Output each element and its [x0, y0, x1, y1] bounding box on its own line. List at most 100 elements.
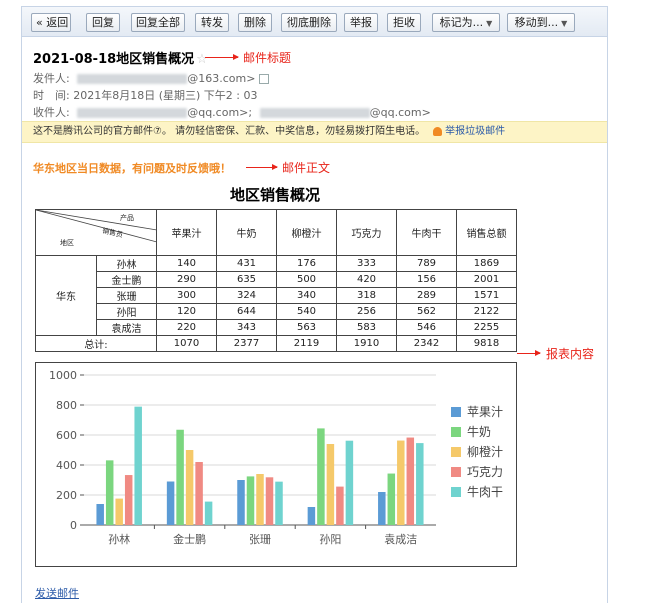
email-reader-frame: « 返回 回复 回复全部 转发 删除 彻底删除 举报 拒收 标记为... ▼ 移动…: [21, 6, 608, 603]
bar: [166, 481, 175, 525]
y-tick-label: 800: [56, 399, 77, 412]
table-cell: 562: [396, 303, 457, 320]
reject-button[interactable]: 拒收: [387, 13, 421, 32]
table-cell: 540: [276, 303, 337, 320]
bar: [134, 406, 142, 525]
table-cell: 140: [156, 255, 217, 272]
reply-all-button[interactable]: 回复全部: [131, 13, 185, 32]
total-cell: 2377: [216, 335, 277, 352]
report-spam-link[interactable]: 举报垃圾邮件: [433, 126, 505, 137]
toolbar: « 返回 回复 回复全部 转发 删除 彻底删除 举报 拒收 标记为... ▼ 移动…: [22, 7, 607, 37]
mark-as-label: 标记为...: [439, 16, 484, 29]
legend-label: 巧克力: [467, 465, 503, 479]
time-label: 时 间:: [33, 89, 70, 102]
table-cell: 420: [336, 271, 397, 288]
table-cell: 2122: [456, 303, 517, 320]
salesperson-cell: 孙林: [96, 255, 157, 272]
send-mail-link[interactable]: 发送邮件: [35, 585, 79, 601]
header-product: 产品: [120, 214, 134, 222]
bar: [397, 440, 405, 525]
time-value: 2021年8月18日 (星期三) 下午2 : 03: [73, 89, 258, 102]
salesperson-cell: 张珊: [96, 287, 157, 304]
table-row: 华东 孙林 140 431 176 333 789 1869: [35, 255, 517, 336]
subject-annotation: 邮件标题: [243, 51, 292, 65]
table-cell: 156: [396, 271, 457, 288]
delete-permanently-button[interactable]: 彻底删除: [281, 13, 337, 32]
table-cell: 340: [276, 287, 337, 304]
redacted-recipient: [259, 108, 370, 118]
x-tick-label: 袁成洁: [384, 533, 417, 546]
legend-swatch: [451, 467, 461, 477]
bar: [265, 477, 274, 525]
bar: [336, 486, 344, 525]
x-tick-label: 孙林: [108, 532, 130, 546]
table-cell: 2255: [456, 319, 517, 336]
total-cell: 1070: [156, 335, 217, 352]
redacted-recipient: [77, 108, 188, 118]
redacted-sender: [77, 74, 188, 84]
y-tick-label: 0: [70, 519, 77, 532]
table-row: 金士鹏 290 635 500 420 156 2001: [36, 271, 517, 288]
bar: [326, 444, 335, 525]
legend-label: 牛奶: [467, 424, 491, 439]
chart-canvas: 0 200 400 600 800 1000 孙林 金士鹏 张珊 孙阳 袁成洁 苹果汁牛奶柳橙汁巧克力…: [49, 369, 503, 546]
sales-table: 产品 销售员 地区 苹果汁 牛奶 柳橙汁 巧克力 牛肉干 销售总额 华东 孙林 …: [35, 209, 517, 352]
email-header: 2021-08-18地区销售概况 ☆ 邮件标题 发件人: @163.com> 时 …: [22, 38, 607, 120]
recipient-row: 收件人: @qq.com>; @qq.com>: [33, 104, 431, 120]
sales-chart: 0 200 400 600 800 1000 孙林 金士鹏 张珊 孙阳 袁成洁 苹果汁 牛奶 柳橙汁 巧克力…: [35, 362, 517, 567]
x-tick-label: 金士鹏: [173, 532, 206, 546]
table-cell: 563: [276, 319, 337, 336]
from-label: 发件人:: [33, 72, 70, 85]
y-tick-label: 1000: [49, 369, 77, 382]
move-to-dropdown[interactable]: 移动到... ▼: [507, 13, 575, 32]
table-cell: 176: [276, 255, 337, 272]
body-annotation: 邮件正文: [282, 161, 331, 175]
legend-swatch: [451, 427, 461, 437]
table-cell: 644: [216, 303, 277, 320]
chevron-down-icon: ▼: [486, 19, 493, 28]
table-cell: 583: [336, 319, 397, 336]
delete-button[interactable]: 删除: [238, 13, 272, 32]
report-button[interactable]: 举报: [344, 13, 378, 32]
table-cell: 1571: [456, 287, 517, 304]
recipient-domain-2[interactable]: @qq.com>: [370, 106, 431, 119]
legend-label: 苹果汁: [467, 405, 503, 419]
table-row: 张珊 300 324 340 318 289 1571: [36, 287, 517, 304]
total-row: 总计: 1070 2377 2119 1910 2342 9818: [35, 335, 517, 352]
table-cell: 546: [396, 319, 457, 336]
bar: [237, 480, 245, 525]
table-cell: 120: [156, 303, 217, 320]
y-tick-label: 600: [56, 429, 77, 442]
y-tick-label: 200: [56, 489, 77, 502]
bar: [345, 440, 354, 525]
legend-swatch: [451, 447, 461, 457]
move-to-label: 移动到...: [514, 16, 559, 29]
table-cell: 635: [216, 271, 277, 288]
column-header: 销售总额: [456, 209, 517, 256]
header-region: 地区: [60, 239, 74, 247]
bar: [416, 443, 424, 525]
table-row: 孙阳 120 644 540 256 562 2122: [36, 303, 517, 320]
bar: [96, 504, 104, 525]
bar: [204, 501, 213, 525]
bar: [246, 476, 255, 525]
bar: [176, 429, 184, 525]
report-annotation: 报表内容: [546, 347, 595, 361]
star-icon[interactable]: ☆: [196, 52, 208, 67]
salesperson-cell: 孙阳: [96, 303, 157, 320]
recipient-domain-1[interactable]: @qq.com>;: [187, 106, 252, 119]
sender-domain[interactable]: @163.com>: [187, 72, 255, 85]
back-button[interactable]: « 返回: [31, 13, 71, 32]
mark-as-dropdown[interactable]: 标记为... ▼: [432, 13, 500, 32]
reply-button[interactable]: 回复: [86, 13, 120, 32]
table-cell: 289: [396, 287, 457, 304]
column-header: 牛肉干: [396, 209, 457, 256]
contact-card-icon[interactable]: [259, 74, 270, 84]
forward-button[interactable]: 转发: [195, 13, 229, 32]
bar: [195, 462, 203, 525]
table-cell: 500: [276, 271, 337, 288]
bar: [406, 437, 415, 525]
bar: [307, 507, 316, 525]
bar: [105, 460, 114, 525]
bar: [378, 492, 386, 525]
